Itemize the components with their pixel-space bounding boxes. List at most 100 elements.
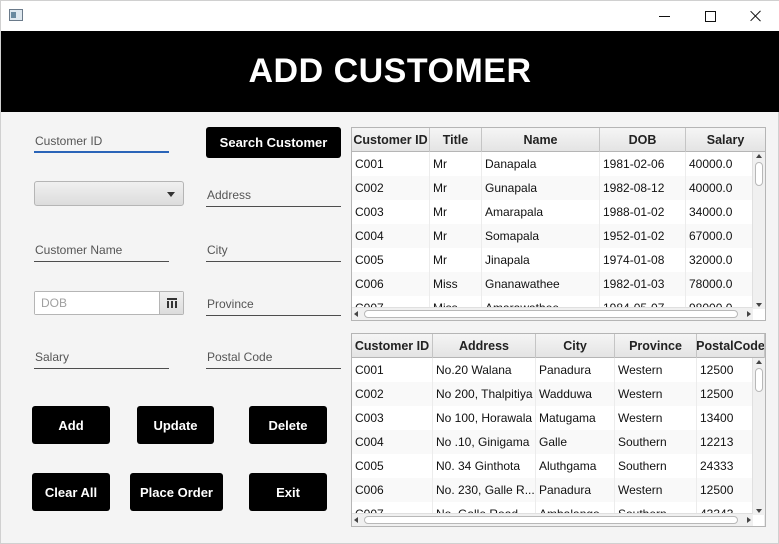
dob-date-picker[interactable] — [34, 291, 184, 315]
table-cell: Mr — [430, 248, 482, 272]
salary-field[interactable]: Salary — [34, 347, 169, 369]
scroll-up-icon[interactable] — [756, 154, 762, 158]
table-row[interactable]: C004 No .10, Ginigama Galle Southern 12213 — [352, 430, 765, 454]
place-order-button[interactable]: Place Order — [130, 473, 223, 511]
table-cell: 1974-01-08 — [600, 248, 686, 272]
column-header[interactable]: Address — [433, 334, 536, 358]
horizontal-scrollbar[interactable] — [352, 307, 753, 320]
horizontal-scrollbar[interactable] — [352, 513, 753, 526]
table-row[interactable]: C003 No 100, Horawala Matugama Western 13400 — [352, 406, 765, 430]
chevron-down-icon — [167, 192, 175, 197]
column-header[interactable]: DOB — [600, 128, 686, 152]
minimize-button[interactable] — [641, 1, 687, 31]
page-title: ADD CUSTOMER — [1, 31, 779, 112]
table-row[interactable]: C001 Mr Danapala 1981-02-06 40000.0 — [352, 152, 765, 176]
table-cell: Western — [615, 478, 697, 502]
delete-button[interactable]: Delete — [249, 406, 327, 444]
city-field[interactable]: City — [206, 240, 341, 262]
clear-all-button[interactable]: Clear All — [32, 473, 110, 511]
scroll-left-icon[interactable] — [354, 517, 358, 523]
calendar-button[interactable] — [159, 292, 183, 314]
customer-name-field[interactable]: Customer Name — [34, 240, 169, 262]
scroll-down-icon[interactable] — [756, 303, 762, 307]
province-field[interactable]: Province — [206, 294, 341, 316]
table-row[interactable]: C006 Miss Gnanawathee 1982-01-03 78000.0 — [352, 272, 765, 296]
table-cell: N0. 34 Ginthota — [433, 454, 536, 478]
add-button[interactable]: Add — [32, 406, 110, 444]
scroll-left-icon[interactable] — [354, 311, 358, 317]
title-combo[interactable] — [34, 181, 184, 206]
table-cell: 1988-01-02 — [600, 200, 686, 224]
table-cell: C006 — [352, 478, 433, 502]
title-bar — [1, 1, 779, 31]
address-field[interactable]: Address — [206, 185, 341, 207]
table-cell: Aluthgama — [536, 454, 615, 478]
table-cell: 1982-08-12 — [600, 176, 686, 200]
customer-id-label: Customer ID — [35, 134, 103, 148]
table-cell: C003 — [352, 406, 433, 430]
scroll-right-icon[interactable] — [747, 311, 751, 317]
app-icon — [9, 9, 23, 21]
postal-code-field[interactable]: Postal Code — [206, 347, 341, 369]
scroll-down-icon[interactable] — [756, 509, 762, 513]
table-cell: 1952-01-02 — [600, 224, 686, 248]
table-row[interactable]: C005 N0. 34 Ginthota Aluthgama Southern 2433… — [352, 454, 765, 478]
customer-name-label: Customer Name — [35, 243, 123, 257]
table-cell: Western — [615, 382, 697, 406]
column-header[interactable]: PostalCode — [697, 334, 765, 358]
column-header[interactable]: Name — [482, 128, 600, 152]
table-cell: Wadduwa — [536, 382, 615, 406]
table-cell: C002 — [352, 382, 433, 406]
table-cell: Gnanawathee — [482, 272, 600, 296]
salary-label: Salary — [35, 350, 70, 364]
table-cell: No 100, Horawala — [433, 406, 536, 430]
column-header[interactable]: Customer ID — [352, 334, 433, 358]
column-header[interactable]: Title — [430, 128, 482, 152]
maximize-button[interactable] — [687, 1, 733, 31]
table-cell: Miss — [430, 272, 482, 296]
table-row[interactable]: C005 Mr Jinapala 1974-01-08 32000.0 — [352, 248, 765, 272]
table-row[interactable]: C002 No 200, Thalpitiya Wadduwa Western 1250… — [352, 382, 765, 406]
vertical-scrollbar[interactable] — [752, 152, 765, 309]
scroll-thumb[interactable] — [755, 368, 763, 392]
table-row[interactable]: C001 No.20 Walana Panadura Western 12500 — [352, 358, 765, 382]
scroll-right-icon[interactable] — [747, 517, 751, 523]
column-header[interactable]: Province — [615, 334, 697, 358]
table-cell: Mr — [430, 176, 482, 200]
table-row[interactable]: C006 No. 230, Galle R... Panadura Western 12… — [352, 478, 765, 502]
dob-input[interactable] — [35, 292, 159, 314]
customer-id-field[interactable]: Customer ID — [34, 131, 169, 153]
exit-button[interactable]: Exit — [249, 473, 327, 511]
maximize-icon — [704, 10, 716, 22]
close-button[interactable] — [733, 1, 779, 31]
table-row[interactable]: C003 Mr Amarapala 1988-01-02 34000.0 — [352, 200, 765, 224]
column-header[interactable]: Salary — [686, 128, 765, 152]
table-cell: Jinapala — [482, 248, 600, 272]
table-cell: Western — [615, 406, 697, 430]
table-row[interactable]: C002 Mr Gunapala 1982-08-12 40000.0 — [352, 176, 765, 200]
table-row[interactable]: C004 Mr Somapala 1952-01-02 67000.0 — [352, 224, 765, 248]
table-cell: Panadura — [536, 358, 615, 382]
table-cell: C006 — [352, 272, 430, 296]
table-cell: C002 — [352, 176, 430, 200]
search-customer-button[interactable]: Search Customer — [206, 127, 341, 158]
table-cell: Mr — [430, 224, 482, 248]
address-table[interactable]: Customer ID Address City Province PostalCode… — [351, 333, 766, 527]
table-cell: Mr — [430, 152, 482, 176]
table-cell: Galle — [536, 430, 615, 454]
table-cell: No. 230, Galle R... — [433, 478, 536, 502]
update-button[interactable]: Update — [137, 406, 214, 444]
vertical-scrollbar[interactable] — [752, 358, 765, 515]
column-header[interactable]: Customer ID — [352, 128, 430, 152]
scroll-thumb[interactable] — [364, 310, 738, 318]
table-cell: Danapala — [482, 152, 600, 176]
customer-table[interactable]: Customer ID Title Name DOB Salary C001 Mr Dana… — [351, 127, 766, 321]
address-label: Address — [207, 188, 252, 202]
scroll-up-icon[interactable] — [756, 360, 762, 364]
scroll-thumb[interactable] — [364, 516, 738, 524]
column-header[interactable]: City — [536, 334, 615, 358]
table-cell: Mr — [430, 200, 482, 224]
calendar-icon — [166, 298, 177, 308]
scroll-thumb[interactable] — [755, 162, 763, 186]
table-cell: Southern — [615, 430, 697, 454]
